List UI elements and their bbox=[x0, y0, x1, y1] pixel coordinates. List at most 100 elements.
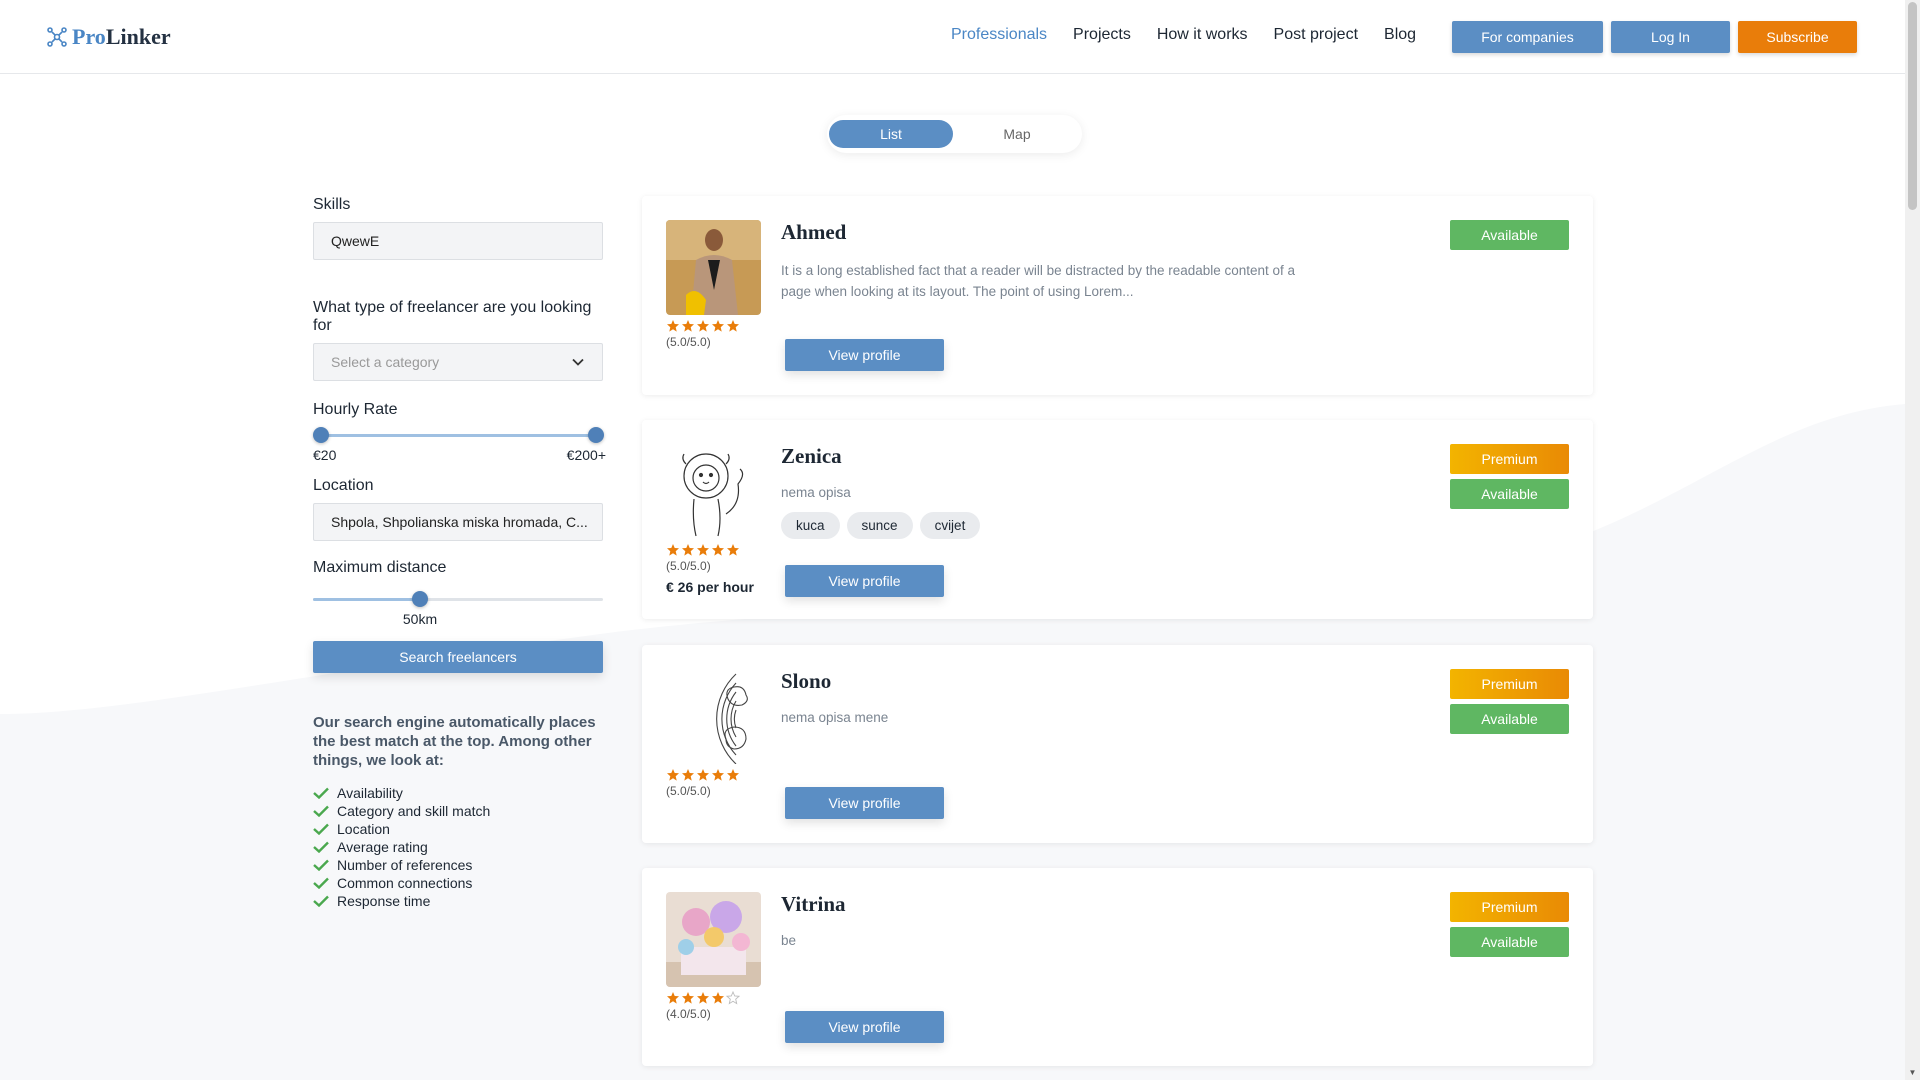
hourly-rate-label: Hourly Rate bbox=[313, 401, 398, 418]
chevron-down-icon bbox=[572, 358, 584, 366]
check-icon bbox=[313, 877, 329, 889]
rating-stars bbox=[666, 768, 740, 782]
skills-label: Skills bbox=[313, 196, 351, 213]
star-filled-icon bbox=[682, 544, 694, 556]
skill-tag: kuca bbox=[781, 512, 840, 539]
nav-post-project[interactable]: Post project bbox=[1274, 26, 1358, 44]
list-item: Average rating bbox=[313, 838, 603, 856]
category-select[interactable]: Select a category bbox=[313, 343, 603, 381]
rating-text: (5.0/5.0) bbox=[666, 784, 711, 798]
star-filled-icon bbox=[727, 320, 739, 332]
freelancer-description: nema opisa mene bbox=[781, 710, 889, 725]
avatar[interactable] bbox=[666, 444, 761, 539]
freelancer-name[interactable]: Slono bbox=[781, 669, 831, 694]
star-empty-icon bbox=[726, 991, 740, 1005]
freelancer-card: (5.0/5.0) € 26 per hour Zenica nema opis… bbox=[642, 420, 1593, 619]
check-icon bbox=[313, 823, 329, 835]
page-scrollbar[interactable]: ▼ bbox=[1905, 0, 1920, 1080]
star-filled-icon bbox=[712, 320, 724, 332]
star-filled-icon bbox=[697, 320, 709, 332]
check-icon bbox=[313, 841, 329, 853]
rating-text: (5.0/5.0) bbox=[666, 335, 711, 349]
distance-value: 50km bbox=[402, 611, 438, 627]
toggle-list[interactable]: List bbox=[829, 120, 953, 148]
check-icon bbox=[313, 859, 329, 871]
logo-icon bbox=[47, 27, 67, 47]
subscribe-button[interactable]: Subscribe bbox=[1738, 21, 1857, 53]
available-badge: Available bbox=[1450, 927, 1569, 957]
star-filled-icon bbox=[727, 544, 739, 556]
star-filled-icon bbox=[712, 544, 724, 556]
category-select-placeholder: Select a category bbox=[331, 354, 440, 370]
location-label: Location bbox=[313, 477, 374, 494]
star-filled-icon bbox=[667, 769, 679, 781]
rate-max-knob[interactable] bbox=[588, 427, 604, 443]
main-nav: Professionals Projects How it works Post… bbox=[951, 26, 1416, 44]
star-filled-icon bbox=[667, 320, 679, 332]
view-profile-button[interactable]: View profile bbox=[785, 787, 944, 819]
available-badge: Available bbox=[1450, 479, 1569, 509]
freelancer-name[interactable]: Ahmed bbox=[781, 220, 846, 245]
rating-text: (5.0/5.0) bbox=[666, 559, 711, 573]
check-icon bbox=[313, 895, 329, 907]
star-filled-icon bbox=[667, 992, 679, 1004]
freelancer-card: (4.0/5.0) Vitrina be View profile Premiu… bbox=[642, 868, 1593, 1066]
max-distance-label: Maximum distance bbox=[313, 559, 447, 576]
freelancer-description: nema opisa bbox=[781, 485, 851, 500]
toggle-map[interactable]: Map bbox=[955, 120, 1079, 148]
check-icon bbox=[313, 805, 329, 817]
distance-knob[interactable] bbox=[412, 591, 428, 607]
freelancer-card: (5.0/5.0) Ahmed It is a long established… bbox=[642, 196, 1593, 395]
rating-stars bbox=[666, 991, 740, 1005]
star-filled-icon bbox=[697, 544, 709, 556]
star-filled-icon bbox=[712, 769, 724, 781]
freelancer-name[interactable]: Zenica bbox=[781, 444, 842, 469]
skill-tag: sunce bbox=[846, 512, 913, 539]
login-button[interactable]: Log In bbox=[1611, 21, 1730, 53]
scrollbar-thumb[interactable] bbox=[1908, 2, 1917, 210]
view-profile-button[interactable]: View profile bbox=[785, 565, 944, 597]
cake-photo-icon bbox=[666, 892, 761, 987]
logo[interactable]: ProLinker bbox=[46, 24, 171, 50]
view-toggle: List Map bbox=[827, 115, 1082, 153]
ranking-factors-list: Availability Category and skill match Lo… bbox=[313, 784, 603, 910]
freelancer-description: It is a long established fact that a rea… bbox=[781, 263, 1296, 299]
view-profile-button[interactable]: View profile bbox=[785, 339, 944, 371]
star-filled-icon bbox=[697, 769, 709, 781]
avatar[interactable] bbox=[666, 892, 761, 987]
search-freelancers-button[interactable]: Search freelancers bbox=[313, 641, 603, 673]
avatar[interactable] bbox=[666, 220, 761, 315]
skill-tags: kuca sunce cvijet bbox=[781, 512, 981, 539]
star-filled-icon bbox=[667, 544, 679, 556]
hourly-rate-slider[interactable] bbox=[313, 427, 604, 443]
list-item: Availability bbox=[313, 784, 603, 802]
available-badge: Available bbox=[1450, 704, 1569, 734]
nav-projects[interactable]: Projects bbox=[1073, 26, 1131, 44]
nav-how-it-works[interactable]: How it works bbox=[1157, 26, 1248, 44]
freelancer-name[interactable]: Vitrina bbox=[781, 892, 846, 917]
view-profile-button[interactable]: View profile bbox=[785, 1011, 944, 1043]
for-companies-button[interactable]: For companies bbox=[1452, 21, 1603, 53]
nav-blog[interactable]: Blog bbox=[1384, 26, 1416, 44]
freelancer-description: be bbox=[781, 933, 797, 948]
skill-tag: cvijet bbox=[919, 512, 981, 539]
avatar[interactable] bbox=[666, 669, 761, 764]
distance-slider[interactable] bbox=[313, 591, 603, 607]
nav-professionals[interactable]: Professionals bbox=[951, 26, 1047, 44]
skills-input[interactable]: QwewE bbox=[313, 222, 603, 260]
search-info-text: Our search engine automatically places t… bbox=[313, 714, 596, 769]
lion-drawing-icon bbox=[666, 444, 761, 539]
list-item: Number of references bbox=[313, 856, 603, 874]
premium-badge: Premium bbox=[1450, 444, 1569, 474]
rating-text: (4.0/5.0) bbox=[666, 1007, 711, 1021]
star-filled-icon bbox=[712, 992, 724, 1004]
available-badge: Available bbox=[1450, 220, 1569, 250]
rate-min-knob[interactable] bbox=[313, 427, 329, 443]
logo-linker: Linker bbox=[105, 24, 171, 49]
scroll-down-icon[interactable]: ▼ bbox=[1908, 1068, 1917, 1078]
rate-min-label: €20 bbox=[313, 447, 337, 463]
star-filled-icon bbox=[697, 992, 709, 1004]
location-input[interactable]: Shpola, Shpolianska miska hromada, C... bbox=[313, 503, 603, 541]
star-filled-icon bbox=[682, 992, 694, 1004]
top-header: ProLinker Professionals Projects How it … bbox=[0, 0, 1905, 74]
